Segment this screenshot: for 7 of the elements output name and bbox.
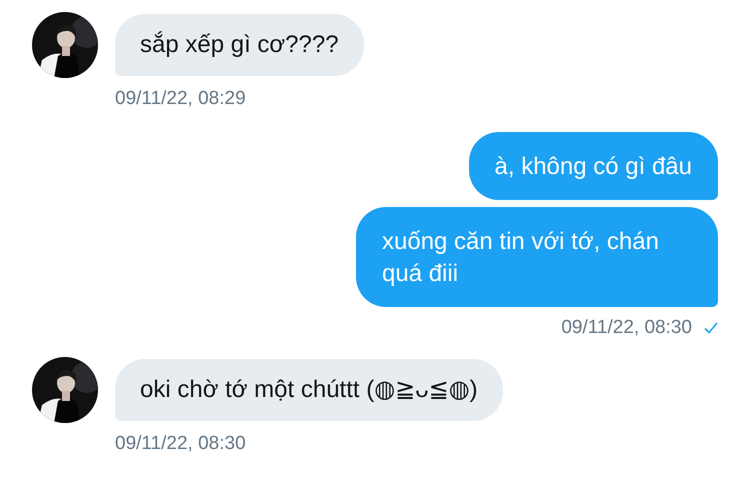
message-bubble: xuống căn tin với tớ, chán quá điii [356,207,718,307]
message-bubble: oki chờ tớ một chúttt (◍≧ᴗ≦◍) [115,359,503,421]
message-bubble: à, không có gì đâu [468,132,718,200]
message-bubble: sắp xếp gì cơ???? [115,14,364,76]
timestamp: 09/11/22, 08:29 [115,88,246,109]
timestamp: 09/11/22, 08:30 [561,317,692,339]
timestamp: 09/11/22, 08:30 [115,433,246,454]
